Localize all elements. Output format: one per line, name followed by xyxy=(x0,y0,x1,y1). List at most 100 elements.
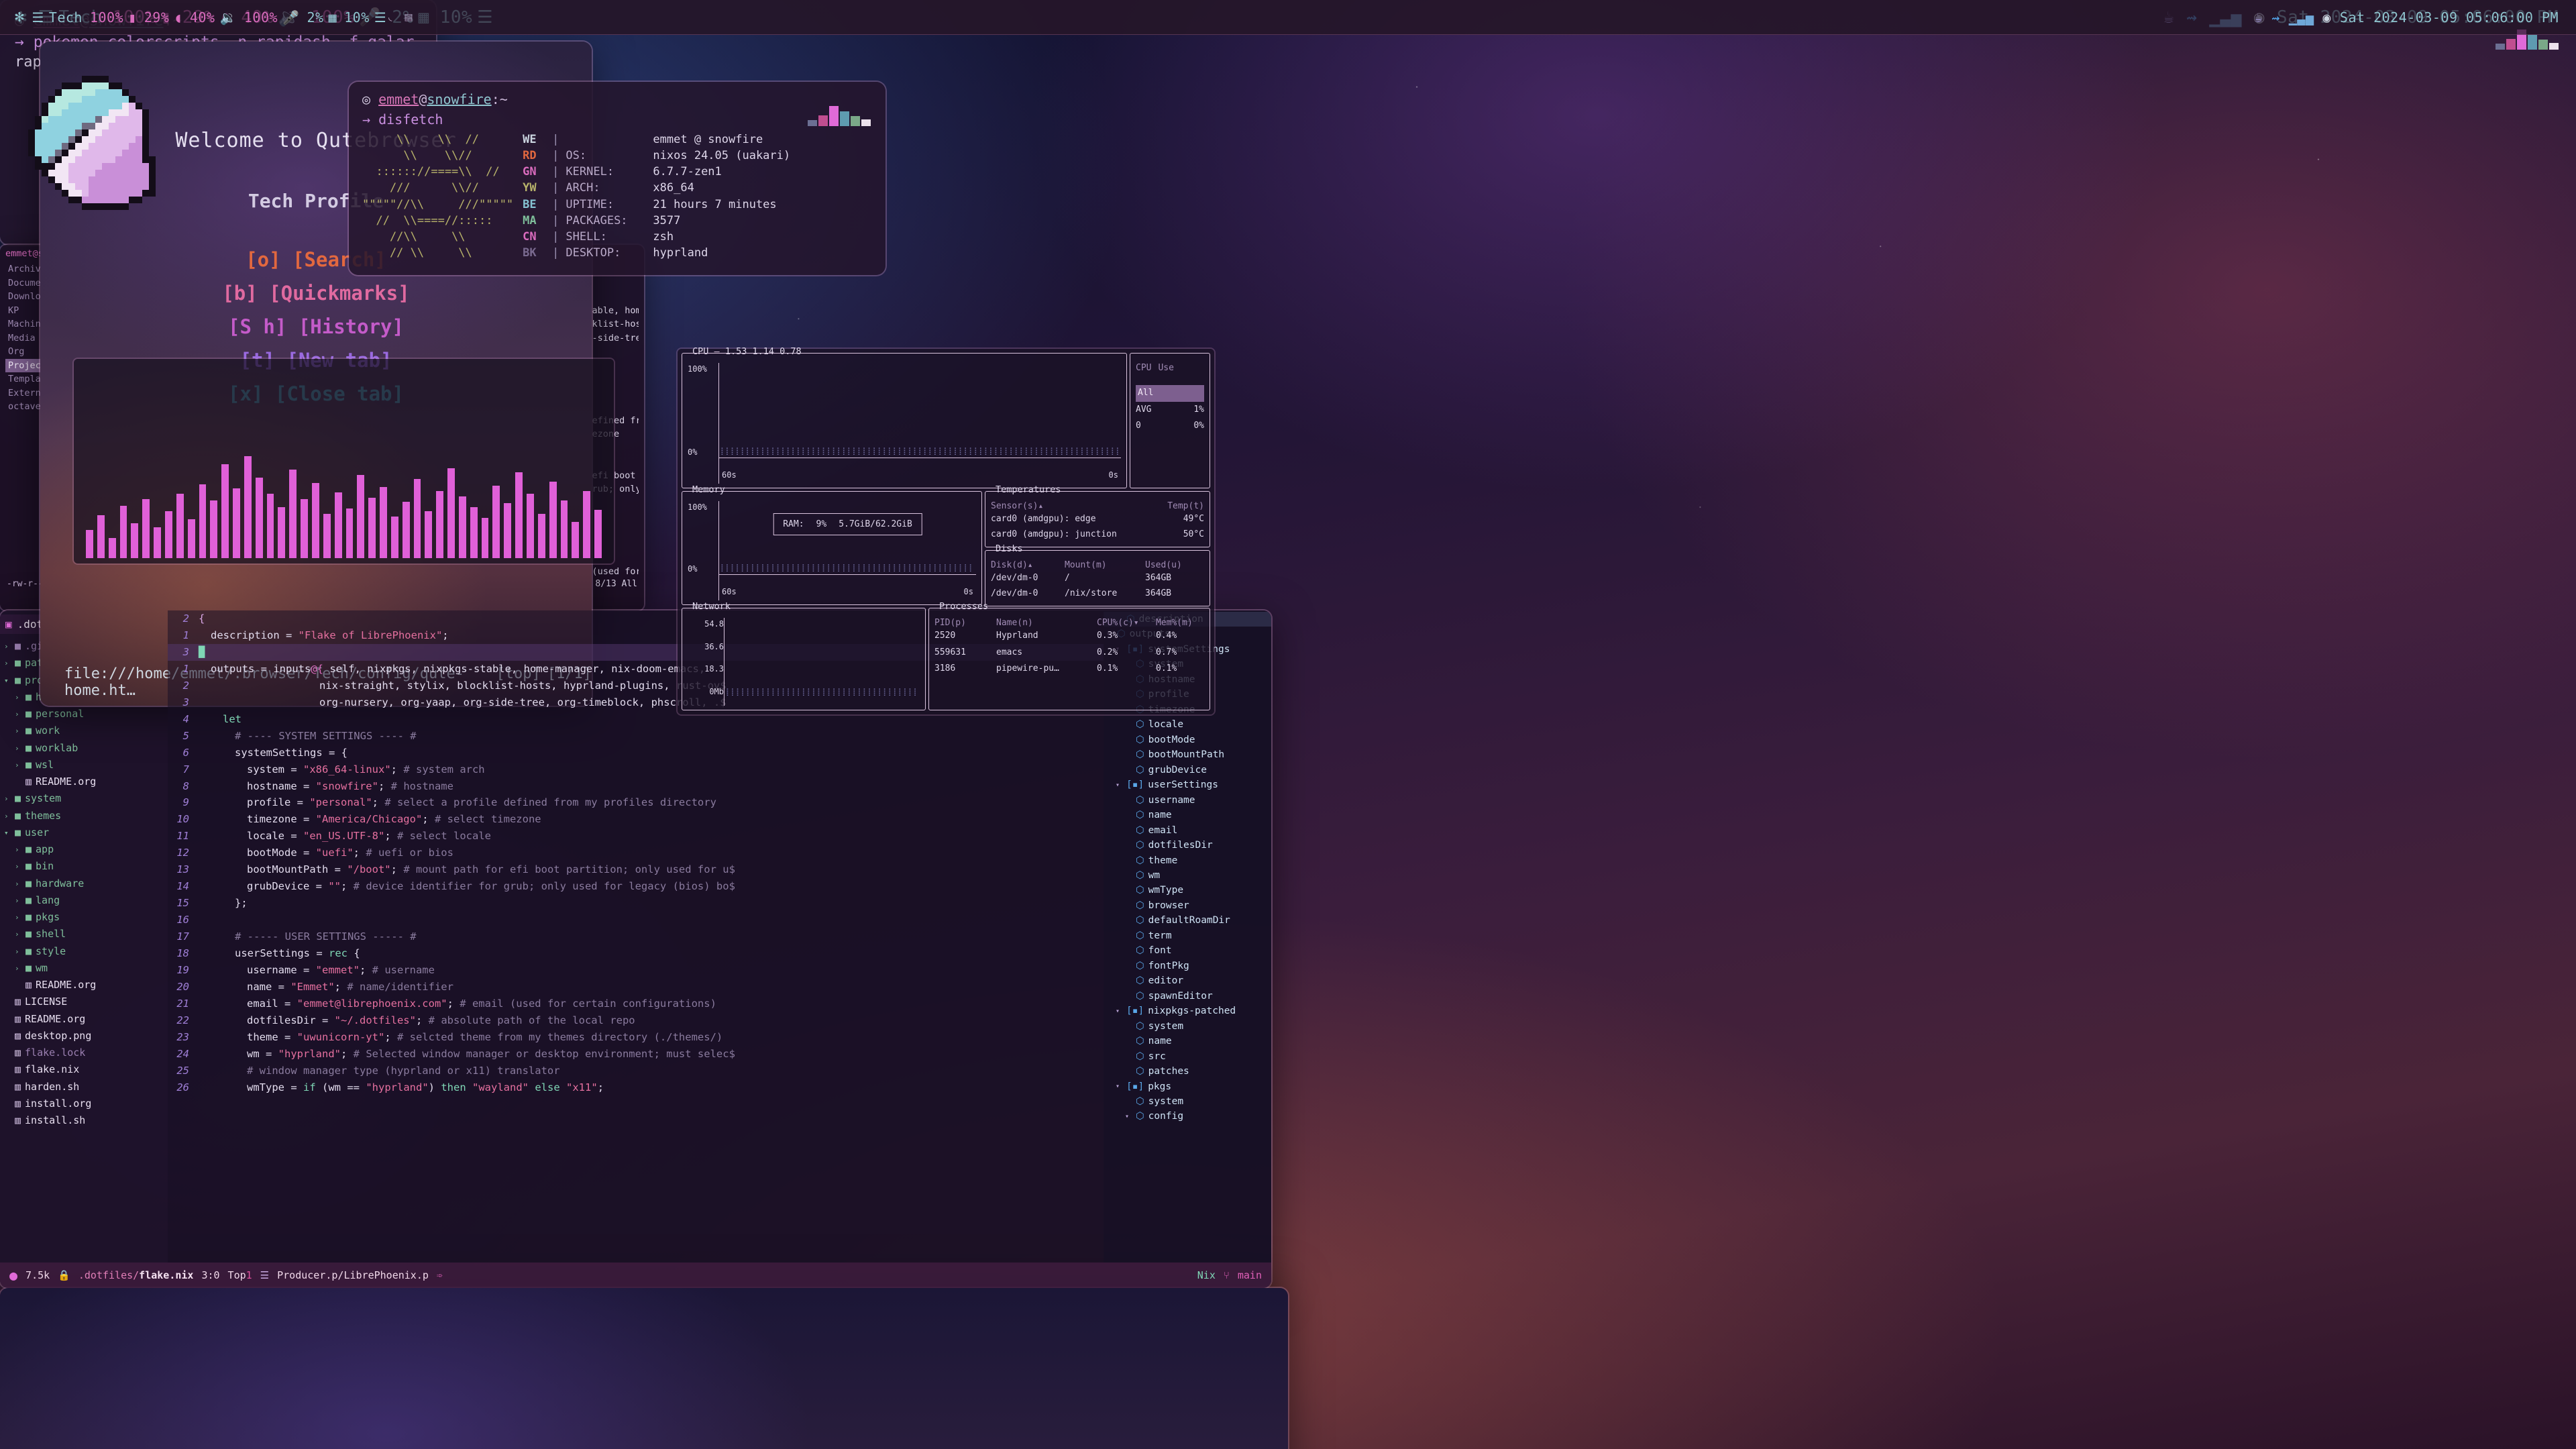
tree-node[interactable]: ▨ desktop.png xyxy=(0,1028,168,1044)
chevron-right-icon[interactable]: › xyxy=(15,692,21,703)
outline-node[interactable]: ⬡ system xyxy=(1104,1094,1271,1109)
chevron-right-icon[interactable]: › xyxy=(4,793,11,804)
chevron-down-icon[interactable]: ▾ xyxy=(1116,1006,1122,1017)
chevron-right-icon[interactable]: › xyxy=(15,725,21,737)
outline-node[interactable]: ⬡ username xyxy=(1104,793,1271,808)
outline-node[interactable]: ⬡ bootMountPath xyxy=(1104,747,1271,762)
outline-node[interactable]: ▾ ⬡ config xyxy=(1104,1109,1271,1124)
tree-node[interactable]: › ■ worklab xyxy=(0,740,168,757)
tree-node[interactable]: ▥ harden.sh xyxy=(0,1079,168,1095)
text-file-icon: ▥ xyxy=(15,996,21,1008)
outline-node-label: locale xyxy=(1148,719,1184,731)
tree-node-label: harden.sh xyxy=(25,1080,80,1093)
outline-node[interactable]: ⬡ browser xyxy=(1104,898,1271,913)
outline-node[interactable]: ⬡ locale xyxy=(1104,717,1271,732)
chevron-right-icon[interactable]: › xyxy=(15,759,21,771)
code-token: }; xyxy=(235,897,248,910)
tree-node[interactable]: ▥ flake.nix xyxy=(0,1061,168,1078)
chevron-down-icon[interactable]: ▾ xyxy=(4,675,11,686)
tree-node[interactable]: › ■ style xyxy=(0,943,168,960)
outline-node-label: dotfilesDir xyxy=(1148,840,1213,851)
code-line: 25 # window manager type (hyprland or x11… xyxy=(168,1063,1104,1079)
tree-node[interactable]: › ■ personal xyxy=(0,706,168,722)
chevron-right-icon[interactable]: › xyxy=(4,641,11,652)
chevron-right-icon[interactable]: › xyxy=(4,657,11,669)
outline-node[interactable]: ⬡ wm xyxy=(1104,868,1271,883)
buffer-size: 7.5k xyxy=(25,1269,50,1281)
outline-node[interactable]: ⬡ bootMode xyxy=(1104,733,1271,747)
chevron-right-icon[interactable]: › xyxy=(15,946,21,957)
chevron-right-icon[interactable]: › xyxy=(15,963,21,974)
outline-node[interactable]: ⬡ system xyxy=(1104,1019,1271,1034)
outline-node[interactable]: ⬡ term xyxy=(1104,928,1271,943)
code-token: "" xyxy=(328,880,341,893)
chevron-right-icon[interactable]: › xyxy=(15,708,21,720)
outline-node[interactable]: ▾ [▪] pkgs xyxy=(1104,1079,1271,1094)
outline-node[interactable]: ⬡ dotfilesDir xyxy=(1104,838,1271,853)
tree-node[interactable]: ▥ README.org xyxy=(0,1011,168,1028)
line-number: 25 xyxy=(176,1064,189,1077)
quicklink-key: [o] xyxy=(246,248,281,271)
emacs-file-tree[interactable]: ▣ .dotfiles ›■.git›■patches▾■profiles›■h… xyxy=(0,610,168,1263)
tree-node[interactable]: › ■ app xyxy=(0,841,168,858)
chevron-right-icon[interactable]: › xyxy=(15,844,21,855)
chevron-right-icon[interactable]: › xyxy=(15,861,21,872)
chevron-down-icon[interactable]: ▾ xyxy=(1116,1081,1122,1092)
chevron-right-icon[interactable]: › xyxy=(15,912,21,923)
outline-node[interactable]: ⬡ name xyxy=(1104,1034,1271,1049)
outline-node-label: system xyxy=(1148,1096,1184,1107)
tree-node[interactable]: › ■ system xyxy=(0,790,168,807)
cube-icon: ⬡ xyxy=(1136,764,1144,775)
outline-node[interactable]: ⬡ editor xyxy=(1104,973,1271,988)
outline-node[interactable]: ⬡ name xyxy=(1104,808,1271,822)
outline-node[interactable]: ⬡ email xyxy=(1104,823,1271,838)
outline-node[interactable]: ⬡ defaultRoamDir xyxy=(1104,913,1271,928)
chevron-down-icon[interactable]: ▾ xyxy=(4,827,11,839)
quicklink-item[interactable]: [S h] [History] xyxy=(228,315,404,338)
tree-node[interactable]: › ■ work xyxy=(0,722,168,739)
tree-node-list[interactable]: ›■.git›■patches▾■profiles›■homelab›■pers… xyxy=(0,638,168,1129)
code-token: ; xyxy=(442,629,449,641)
tree-node[interactable]: › ■ wsl xyxy=(0,757,168,773)
tree-node[interactable]: › ■ themes xyxy=(0,808,168,824)
outline-node[interactable]: ⬡ theme xyxy=(1104,853,1271,868)
outline-node[interactable]: ⬡ patches xyxy=(1104,1064,1271,1079)
tree-node[interactable]: › ■ shell xyxy=(0,926,168,943)
quicklink-item[interactable]: [b] [Quickmarks] xyxy=(222,282,409,305)
tree-node[interactable]: › ■ hardware xyxy=(0,875,168,892)
outline-node[interactable]: ⬡ wmType xyxy=(1104,883,1271,898)
code-line-text: theme = "uwunicorn-yt"; # selcted theme … xyxy=(199,1029,722,1046)
tree-node[interactable]: ▾ ■ user xyxy=(0,824,168,841)
outline-node[interactable]: ⬡ grubDevice xyxy=(1104,763,1271,777)
outline-node[interactable]: ⬡ spawnEditor xyxy=(1104,989,1271,1004)
bottom-monitor-window[interactable]: ✻ ☰ Tech 100% ▮ 29% ◖ 40% 🔉 100% 🎤 2% ▦ 10% ☰ ◟… xyxy=(0,0,2576,1449)
chevron-right-icon[interactable]: › xyxy=(15,895,21,906)
tree-node[interactable]: ▥ README.org xyxy=(0,773,168,790)
tree-node[interactable]: ▥ install.org xyxy=(0,1095,168,1112)
code-token: { xyxy=(347,947,360,960)
tree-node[interactable]: › ■ lang xyxy=(0,892,168,909)
chevron-right-icon[interactable]: › xyxy=(15,743,21,754)
chevron-right-icon[interactable]: › xyxy=(4,810,11,822)
tree-node[interactable]: ▥ LICENSE xyxy=(0,994,168,1010)
code-token: # window manager type (hyprland or x11) … xyxy=(247,1064,560,1077)
chevron-right-icon[interactable]: › xyxy=(15,928,21,940)
chevron-right-icon[interactable]: › xyxy=(15,878,21,890)
tree-node[interactable]: › ■ bin xyxy=(0,858,168,875)
tree-node[interactable]: ▥ README.org xyxy=(0,977,168,994)
outline-node[interactable]: ▾ [▪] nixpkgs-patched xyxy=(1104,1004,1271,1018)
tree-node[interactable]: › ■ pkgs xyxy=(0,909,168,926)
cube-icon: ⬡ xyxy=(1136,824,1144,836)
code-token: ; xyxy=(422,813,435,826)
outline-node[interactable]: ▾ [▪] userSettings xyxy=(1104,777,1271,792)
tree-node[interactable]: ▥ flake.lock xyxy=(0,1044,168,1061)
outline-node[interactable]: ⬡ font xyxy=(1104,943,1271,958)
tree-node[interactable]: › ■ wm xyxy=(0,960,168,977)
outline-node[interactable]: ⬡ fontPkg xyxy=(1104,959,1271,973)
tree-node[interactable]: ▥ install.sh xyxy=(0,1112,168,1129)
outline-node[interactable]: ⬡ src xyxy=(1104,1049,1271,1064)
chevron-down-icon[interactable]: ▾ xyxy=(1116,780,1122,791)
folder-icon: ■ xyxy=(15,657,21,669)
chevron-down-icon[interactable]: ▾ xyxy=(1125,1112,1132,1122)
